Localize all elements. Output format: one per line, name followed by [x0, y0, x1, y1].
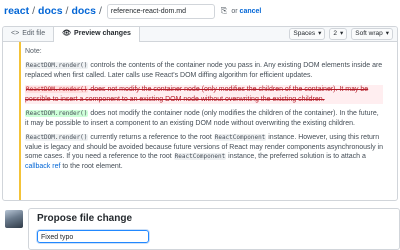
propose-change-title: Propose file change [37, 213, 133, 224]
breadcrumb-separator: / [98, 5, 102, 17]
breadcrumb-dir1-link[interactable]: docs [38, 5, 63, 17]
editor-toolbar: Spaces ▾ 2 ▾ Soft wrap ▾ [289, 28, 393, 40]
copy-icon[interactable]: ⎘ [221, 6, 227, 16]
inline-code: ReactDOM.render() [25, 86, 89, 93]
avatar [5, 210, 23, 228]
paragraph-text: instance, the preferred solution is to a… [226, 153, 366, 160]
note-bar [19, 42, 21, 200]
inline-code: ReactDOM.render() [25, 62, 89, 69]
indent-mode-value: Spaces [293, 30, 316, 37]
inline-code: ReactDOM.render() [25, 110, 89, 117]
deleted-paragraph: ReactDOM.render() does not modify the co… [25, 85, 383, 104]
paragraph-text: currently returns a reference to the roo… [88, 134, 214, 141]
chevron-down-icon: ▾ [318, 30, 322, 37]
callback-ref-link[interactable]: callback ref [25, 163, 60, 170]
note-heading: Note: [25, 48, 42, 55]
paragraph-1: ReactDOM.render() controls the contents … [25, 61, 383, 80]
tab-edit-file-label: Edit file [22, 30, 46, 37]
code-icon: <> [11, 30, 20, 37]
cancel-link[interactable]: cancel [240, 8, 262, 15]
paragraph-4: ReactDOM.render() currently returns a re… [25, 133, 383, 171]
commit-summary-input[interactable]: Fixed typo [37, 230, 149, 243]
propose-change-box: Propose file change Fixed typo [28, 208, 400, 250]
eye-icon: 👁 [62, 30, 72, 37]
breadcrumb-dir2-link[interactable]: docs [71, 5, 96, 17]
breadcrumb-separator: / [32, 5, 36, 17]
chevron-down-icon: ▾ [340, 30, 344, 37]
inline-code: ReactComponent [173, 153, 227, 160]
filename-input[interactable]: reference-react-dom.md [106, 3, 215, 19]
tab-preview-changes-label: Preview changes [74, 30, 131, 37]
tab-edit-file[interactable]: <> Edit file [3, 27, 53, 41]
indent-size-value: 2 [333, 30, 337, 37]
breadcrumb-separator: / [65, 5, 69, 17]
preview-pane: Note: ReactDOM.render() controls the con… [3, 42, 397, 200]
propose-change-section: Propose file change Fixed typo [2, 208, 400, 250]
breadcrumb: react / docs / docs / reference-react-do… [4, 3, 261, 19]
indent-mode-select[interactable]: Spaces ▾ [289, 28, 326, 40]
inline-code: ReactComponent [213, 134, 267, 141]
added-paragraph: ReactDOM.render() does not modify the co… [25, 109, 383, 128]
breadcrumb-repo-link[interactable]: react [4, 5, 29, 17]
paragraph-text: to the root element. [60, 162, 123, 170]
chevron-down-icon: ▾ [385, 30, 389, 37]
or-text: or [231, 7, 238, 15]
indent-size-select[interactable]: 2 ▾ [329, 28, 348, 40]
wrap-mode-value: Soft wrap [355, 30, 383, 37]
file-editor: <> Edit file 👁 Preview changes Spaces ▾ … [2, 26, 398, 201]
tab-preview-changes[interactable]: 👁 Preview changes [53, 27, 140, 42]
wrap-mode-select[interactable]: Soft wrap ▾ [351, 28, 393, 40]
inline-code: ReactDOM.render() [25, 134, 89, 141]
editor-tabs: <> Edit file 👁 Preview changes Spaces ▾ … [3, 27, 397, 42]
